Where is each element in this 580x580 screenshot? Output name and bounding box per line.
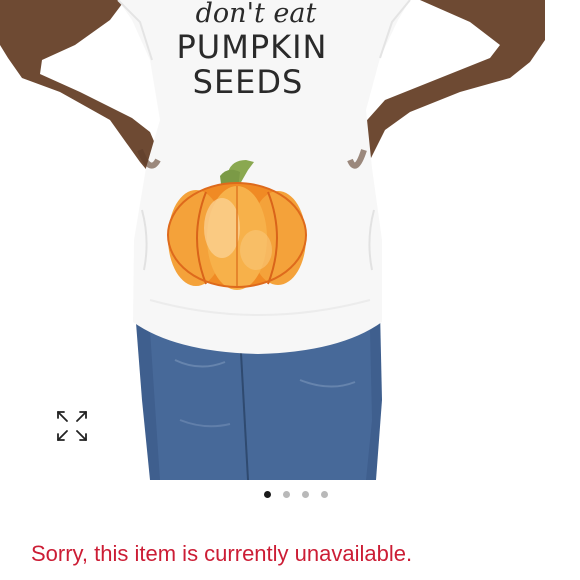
carousel-dot-1[interactable] bbox=[264, 491, 271, 498]
shirt-print-line2: PUMPKIN bbox=[177, 28, 328, 66]
shirt-print-line1: don't eat bbox=[196, 0, 317, 29]
carousel-pagination bbox=[0, 491, 580, 498]
carousel-dot-3[interactable] bbox=[302, 491, 309, 498]
carousel-dot-2[interactable] bbox=[283, 491, 290, 498]
expand-icon bbox=[57, 411, 87, 441]
carousel-dot-4[interactable] bbox=[321, 491, 328, 498]
product-image-gallery[interactable]: don't eat PUMPKIN SEEDS bbox=[0, 0, 580, 480]
expand-image-button[interactable] bbox=[52, 406, 92, 446]
product-page: don't eat PUMPKIN SEEDS Sorry, this item… bbox=[0, 0, 580, 580]
unavailable-message: Sorry, this item is currently unavailabl… bbox=[31, 541, 413, 566]
shirt-print-line3: SEEDS bbox=[193, 63, 304, 101]
